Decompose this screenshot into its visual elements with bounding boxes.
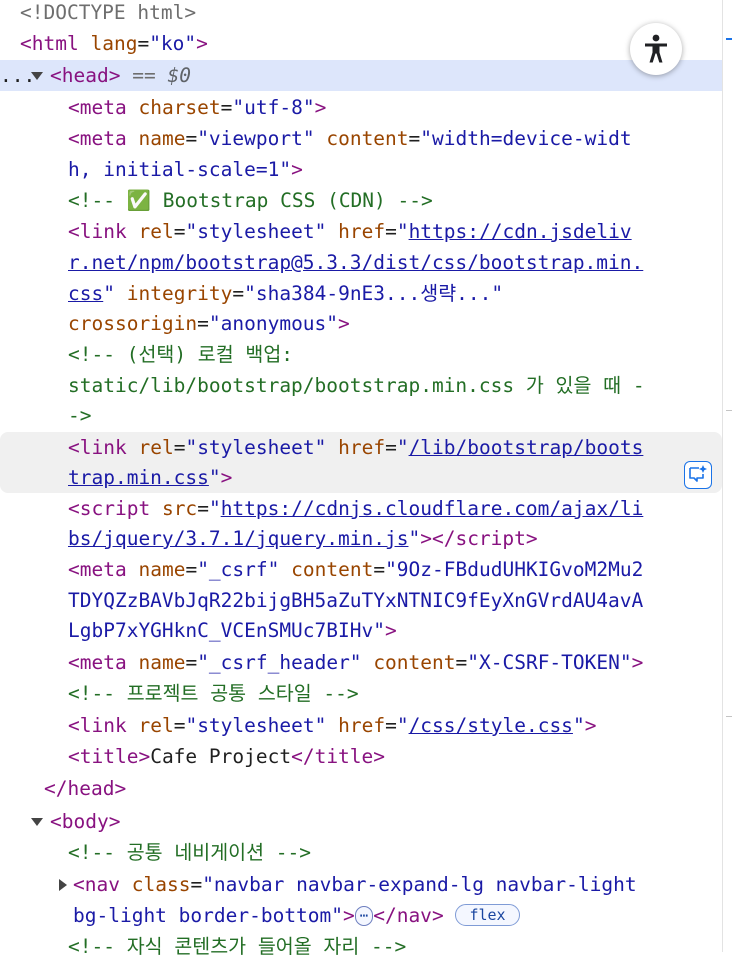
local-css-link[interactable]: /lib/bootstrap/boots: [409, 436, 644, 459]
accessibility-button[interactable]: [630, 23, 682, 75]
collapse-triangle-icon[interactable]: [31, 72, 43, 80]
meta-csrf-node-cont[interactable]: TDYQZzBAVbJqR22bijgBH5aZuTYxNTNIC9fEyXnG…: [68, 585, 643, 616]
jquery-url-link[interactable]: bs/jquery/3.7.1/jquery.min.js: [68, 527, 408, 550]
title-node[interactable]: <title>Cafe Project</title>: [68, 741, 385, 772]
scroll-marker: [726, 716, 732, 717]
local-css-link[interactable]: trap.min.css: [68, 466, 209, 489]
cdn-url-link[interactable]: r.net/npm/bootstrap@5.3.3/dist/css/boots…: [68, 251, 643, 274]
title-text: Cafe Project: [150, 745, 292, 768]
link-cdn-node-cont[interactable]: css" integrity="sha384-9nE3...생략...": [68, 278, 503, 309]
link-local-node[interactable]: <link rel="stylesheet" href="/lib/bootst…: [68, 432, 643, 463]
selected-marker: ==: [132, 64, 168, 87]
nav-node-cont[interactable]: bg-light border-bottom"> ⋯ </nav> flex: [73, 900, 520, 931]
head-tag[interactable]: <head> == $0: [50, 60, 191, 91]
head-close-node[interactable]: </head>: [44, 773, 126, 804]
comment-local-backup-cont[interactable]: static/lib/bootstrap/bootstrap.min.css 가…: [68, 370, 645, 401]
scroll-marker: [726, 410, 732, 411]
selected-var: $0: [167, 64, 191, 87]
meta-charset-node[interactable]: <meta charset="utf-8">: [68, 92, 326, 123]
link-cdn-node-cont[interactable]: r.net/npm/bootstrap@5.3.3/dist/css/boots…: [68, 247, 643, 278]
jquery-url-link[interactable]: https://cdnjs.cloudflare.com/ajax/li: [221, 497, 644, 520]
comment-local-backup[interactable]: <!-- (선택) 로컬 백업:: [68, 339, 293, 370]
style-css-link[interactable]: /css/style.css: [409, 714, 573, 737]
comment-common-style[interactable]: <!-- 프로젝트 공통 스타일 -->: [68, 678, 359, 709]
attr-value: "ko": [149, 32, 197, 55]
accessibility-icon: [645, 34, 667, 63]
meta-viewport-node-cont[interactable]: h, initial-scale=1">: [68, 154, 303, 185]
more-actions-dots[interactable]: ...: [0, 64, 35, 87]
tag-name: html: [31, 32, 79, 55]
link-cdn-node-cont[interactable]: crossorigin="anonymous">: [68, 308, 350, 339]
meta-viewport-node[interactable]: <meta name="viewport" content="width=dev…: [68, 123, 632, 154]
collapse-triangle-icon[interactable]: [31, 818, 43, 826]
comment-child-content[interactable]: <!-- 자식 콘텐츠가 들어올 자리 -->: [68, 931, 406, 962]
html-node[interactable]: <html lang="ko">: [20, 28, 208, 59]
script-jquery-node-cont[interactable]: bs/jquery/3.7.1/jquery.min.js"></script>: [68, 523, 538, 554]
meta-csrf-node-cont[interactable]: LgbP7xYGHknC_VCEnSMUc7BIHv">: [68, 615, 397, 646]
expand-triangle-icon[interactable]: [59, 879, 67, 891]
tag-name: head: [61, 64, 109, 87]
cdn-url-link[interactable]: css: [68, 282, 103, 305]
comment-local-backup-cont[interactable]: ->: [68, 400, 91, 431]
meta-csrf-header-node[interactable]: <meta name="_csrf_header" content="X-CSR…: [68, 647, 643, 678]
nav-node[interactable]: <nav class="navbar navbar-expand-lg navb…: [73, 869, 637, 900]
cdn-url-link[interactable]: https://cdn.jsdeliv: [409, 220, 632, 243]
ai-assist-icon[interactable]: [684, 461, 712, 489]
body-node[interactable]: <body>: [50, 806, 120, 837]
attr-name: lang: [90, 32, 138, 55]
collapsed-children-button[interactable]: ⋯: [354, 906, 374, 926]
comment-navigation[interactable]: <!-- 공통 네비게이션 -->: [68, 837, 311, 868]
head-node[interactable]: ...: [0, 60, 35, 91]
meta-csrf-node[interactable]: <meta name="_csrf" content="9Oz-FBdudUHK…: [68, 554, 643, 585]
flex-badge[interactable]: flex: [455, 904, 520, 926]
script-jquery-node[interactable]: <script src="https://cdnjs.cloudflare.co…: [68, 493, 643, 524]
link-cdn-node[interactable]: <link rel="stylesheet" href="https://cdn…: [68, 216, 632, 247]
link-local-node-cont[interactable]: trap.min.css">: [68, 462, 232, 493]
doctype-node[interactable]: <!DOCTYPE html>: [20, 0, 196, 28]
comment-bootstrap[interactable]: <!-- ✅ Bootstrap CSS (CDN) -->: [68, 185, 433, 216]
scroll-marker: [726, 38, 732, 40]
panel-scrollbar[interactable]: [722, 0, 732, 952]
link-style-node[interactable]: <link rel="stylesheet" href="/css/style.…: [68, 710, 596, 741]
